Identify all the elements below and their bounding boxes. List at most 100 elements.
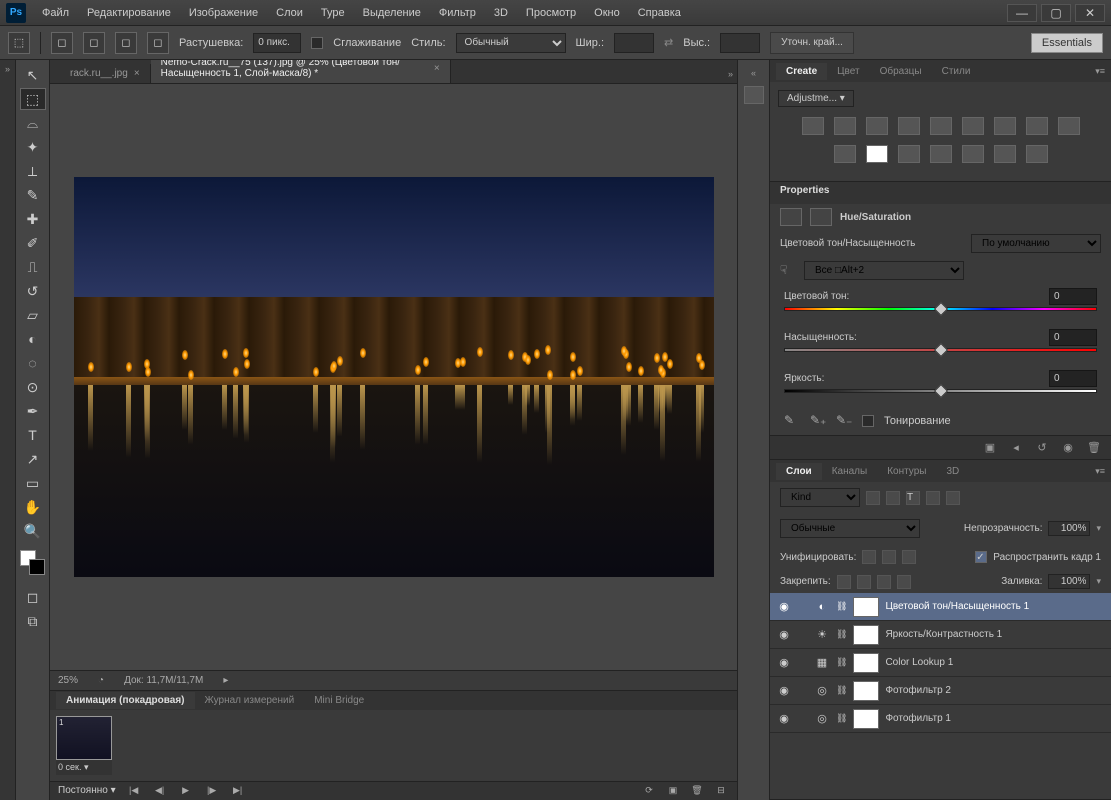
gradientmap-icon[interactable] <box>994 145 1016 163</box>
layer-row[interactable]: ◉ ◎ ⛓ Фотофильтр 2 <box>770 677 1111 705</box>
heal-tool[interactable]: ✚ <box>20 208 46 230</box>
photofilter-icon[interactable] <box>1058 117 1080 135</box>
filter-shape-icon[interactable] <box>926 491 940 505</box>
layer-row[interactable]: ◉ ▦ ⛓ Color Lookup 1 <box>770 649 1111 677</box>
maximize-button[interactable]: ▢ <box>1041 4 1071 22</box>
crop-tool[interactable]: ⟂ <box>20 160 46 182</box>
link-icon[interactable]: ⛓ <box>836 713 847 724</box>
tab-close-icon[interactable]: × <box>434 63 440 74</box>
adjustment-dropdown[interactable]: Adjustme... ▾ <box>778 90 854 107</box>
eraser-tool[interactable]: ▱ <box>20 304 46 326</box>
saturation-input[interactable] <box>1049 329 1097 346</box>
tab-paths[interactable]: Контуры <box>877 463 936 480</box>
colorize-checkbox[interactable] <box>862 415 874 427</box>
tab-color[interactable]: Цвет <box>827 63 869 80</box>
prev-frame-button[interactable]: ◀| <box>152 784 168 798</box>
hue-icon[interactable] <box>962 117 984 135</box>
feather-input[interactable] <box>253 33 301 53</box>
layer-filter-select[interactable]: Kind <box>780 488 860 507</box>
opacity-input[interactable] <box>1048 521 1090 536</box>
document-tab-0[interactable]: rack.ru__.jpg × <box>60 64 151 83</box>
colorlookup-icon[interactable] <box>866 145 888 163</box>
blend-mode-select[interactable]: Обычные <box>780 519 920 538</box>
foreground-swatch[interactable] <box>20 550 36 566</box>
sub-selection-icon[interactable]: ◻ <box>115 32 137 54</box>
visibility-icon[interactable]: ◉ <box>1059 440 1077 456</box>
tab-styles[interactable]: Стили <box>932 63 981 80</box>
minimize-button[interactable]: — <box>1007 4 1037 22</box>
history-brush-tool[interactable]: ↺ <box>20 280 46 302</box>
filter-smart-icon[interactable] <box>946 491 960 505</box>
layer-mask-thumb[interactable] <box>853 653 879 673</box>
tab-create[interactable]: Create <box>776 63 827 80</box>
last-frame-button[interactable]: ▶| <box>230 784 246 798</box>
swap-icon[interactable]: ⇄ <box>664 36 673 49</box>
link-icon[interactable]: ⛓ <box>836 685 847 696</box>
collapse-chevron-icon[interactable]: « <box>751 68 756 78</box>
exposure-icon[interactable] <box>898 117 920 135</box>
saturation-slider[interactable] <box>784 348 1097 360</box>
tab-layers[interactable]: Слои <box>776 463 822 480</box>
animation-frame[interactable]: 1 0 сек. ▾ <box>56 716 112 775</box>
visibility-toggle[interactable]: ◉ <box>776 627 792 643</box>
tab-swatches[interactable]: Образцы <box>870 63 932 80</box>
type-tool[interactable]: T <box>20 424 46 446</box>
bw-icon[interactable] <box>1026 117 1048 135</box>
levels-icon[interactable] <box>834 117 856 135</box>
canvas[interactable] <box>50 84 737 670</box>
add-selection-icon[interactable]: ◻ <box>83 32 105 54</box>
visibility-toggle[interactable]: ◉ <box>776 655 792 671</box>
link-icon[interactable]: ⛓ <box>836 629 847 640</box>
path-tool[interactable]: ↗ <box>20 448 46 470</box>
tab-close-icon[interactable]: × <box>134 68 140 79</box>
hue-slider[interactable] <box>784 307 1097 319</box>
selective-icon[interactable] <box>1026 145 1048 163</box>
layer-mask-thumb[interactable] <box>853 681 879 701</box>
vibrance-icon[interactable] <box>930 117 952 135</box>
screenmode-tool[interactable]: ⧉ <box>20 610 46 632</box>
layer-row[interactable]: ◉ ☀ ⛓ Яркость/Контрастность 1 <box>770 621 1111 649</box>
brightness-icon[interactable] <box>802 117 824 135</box>
layer-mask-thumb[interactable] <box>853 625 879 645</box>
tab-measurement[interactable]: Журнал измерений <box>195 692 305 709</box>
curves-icon[interactable] <box>866 117 888 135</box>
height-input[interactable] <box>720 33 760 53</box>
lock-all-icon[interactable] <box>897 575 911 589</box>
refine-edge-button[interactable]: Уточн. край... <box>770 32 854 54</box>
propagate-checkbox[interactable]: ✓ <box>975 551 987 563</box>
timeline-switch-button[interactable]: ⊟ <box>713 784 729 798</box>
menu-type[interactable]: Туре <box>313 4 353 22</box>
zoom-tool[interactable]: 🔍 <box>20 520 46 542</box>
visibility-toggle[interactable]: ◉ <box>776 683 792 699</box>
fill-flyout-icon[interactable]: ▾ <box>1096 576 1101 587</box>
blur-tool[interactable]: ◌ <box>20 352 46 374</box>
unify-vis-icon[interactable] <box>882 550 896 564</box>
visibility-toggle[interactable]: ◉ <box>776 599 792 615</box>
new-selection-icon[interactable]: ◻ <box>51 32 73 54</box>
layer-row[interactable]: ◉ ◎ ⛓ Фотофильтр 1 <box>770 705 1111 733</box>
eyedropper-tool[interactable]: ✎ <box>20 184 46 206</box>
background-swatch[interactable] <box>29 559 45 575</box>
play-button[interactable]: ▶ <box>178 784 194 798</box>
eyedropper-sub-icon[interactable]: ✎₋ <box>836 413 852 429</box>
close-button[interactable]: ✕ <box>1075 4 1105 22</box>
panel-menu-icon[interactable]: ▾≡ <box>1089 466 1111 477</box>
menu-window[interactable]: Окно <box>586 4 628 22</box>
link-icon[interactable]: ⛓ <box>836 601 847 612</box>
link-icon[interactable]: ⛓ <box>836 657 847 668</box>
hand-tool[interactable]: ✋ <box>20 496 46 518</box>
tool-preset-icon[interactable]: ⬚ <box>8 32 30 54</box>
zoom-level[interactable]: 25% <box>58 675 78 686</box>
wand-tool[interactable]: ✦ <box>20 136 46 158</box>
frame-duration[interactable]: 0 сек. ▾ <box>56 760 112 775</box>
menu-select[interactable]: Выделение <box>355 4 429 22</box>
loop-mode[interactable]: Постоянно ▾ <box>58 785 116 796</box>
clip-icon[interactable]: ▣ <box>981 440 999 456</box>
hue-input[interactable] <box>1049 288 1097 305</box>
status-icon[interactable]: ◔ <box>98 675 104 686</box>
new-frame-button[interactable]: ▣ <box>665 784 681 798</box>
tab-overflow-icon[interactable]: » <box>724 65 737 83</box>
menu-filter[interactable]: Фильтр <box>431 4 484 22</box>
tab-minibridge[interactable]: Mini Bridge <box>304 692 374 709</box>
eyedropper-add-icon[interactable]: ✎₊ <box>810 413 826 429</box>
